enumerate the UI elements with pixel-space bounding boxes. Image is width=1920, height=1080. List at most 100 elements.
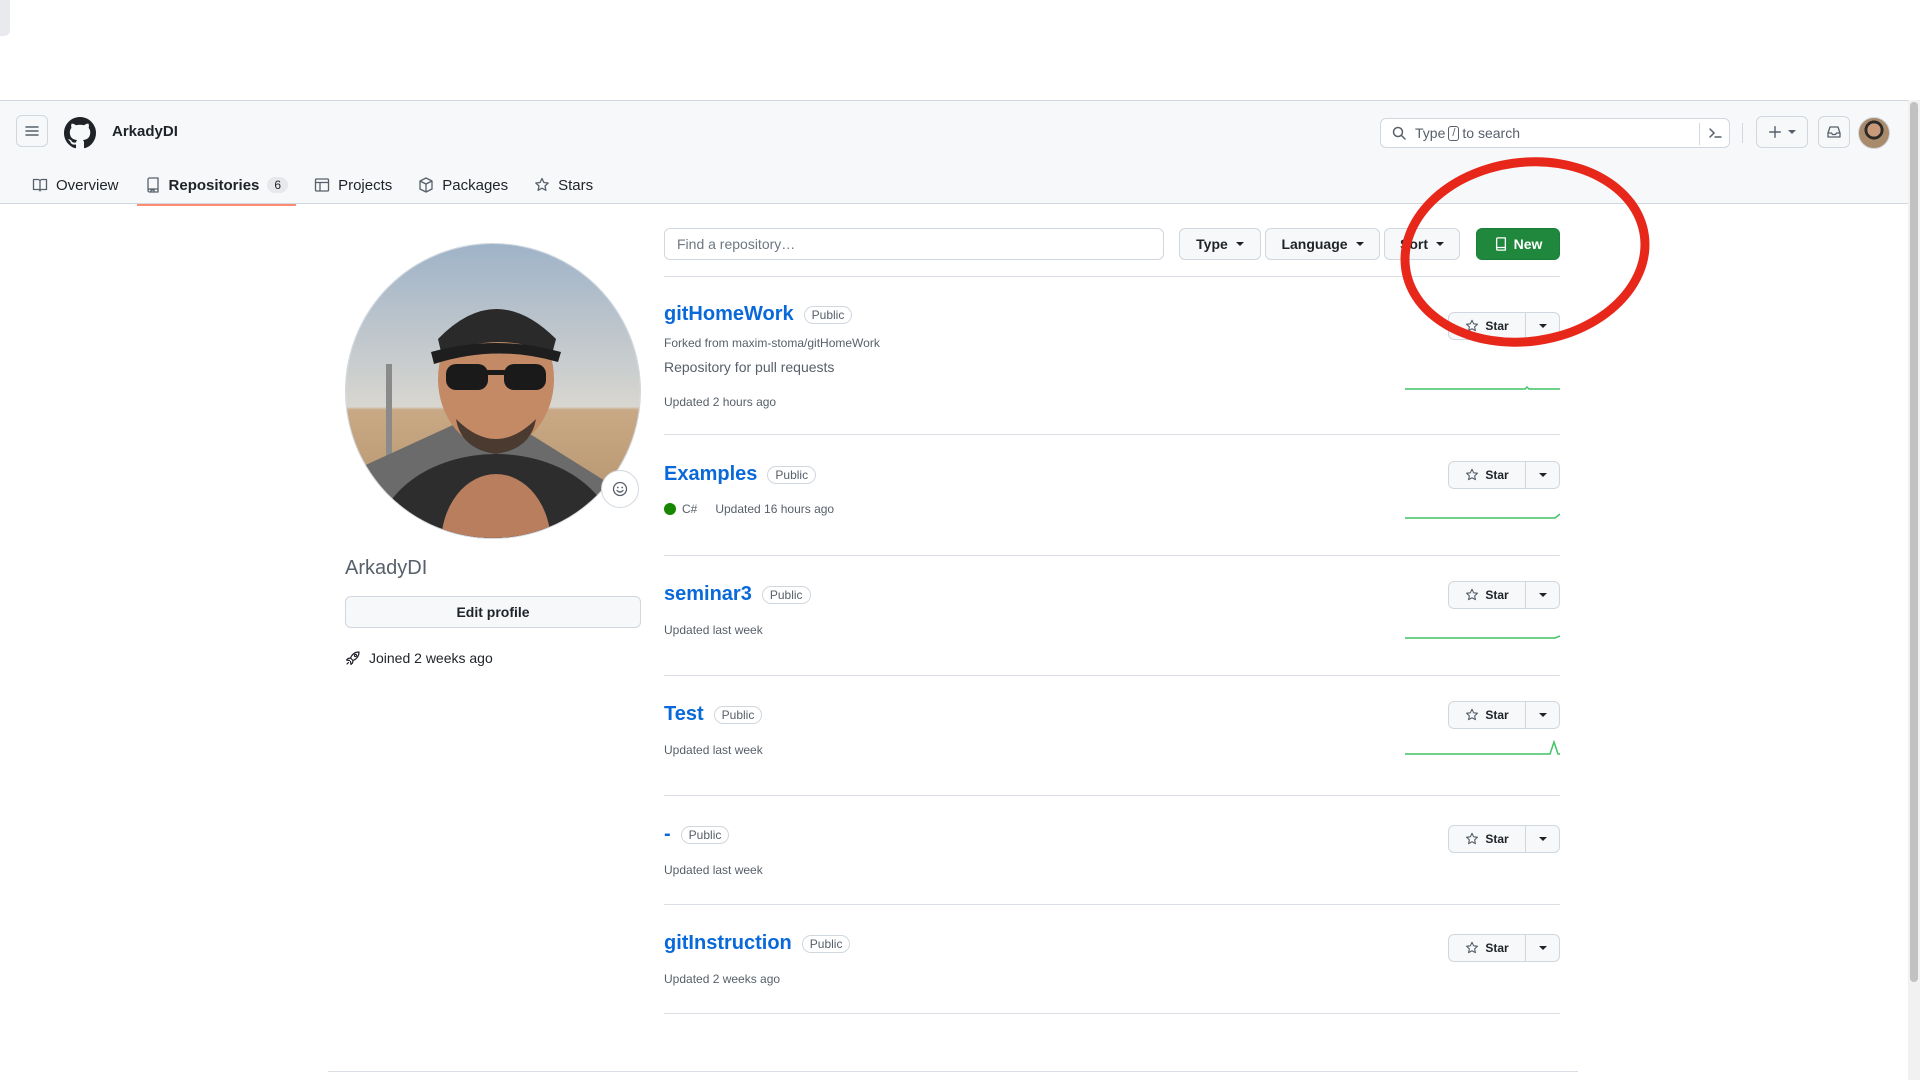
sort-filter-button[interactable]: Sort [1384,228,1460,260]
visibility-badge: Public [803,305,853,324]
header-username[interactable]: ArkadyDI [112,123,178,140]
profile-avatar[interactable] [345,243,641,539]
profile-photo [346,244,640,538]
star-label: Star [1485,468,1509,482]
star-button-group: Star [1448,825,1560,853]
forked-from-text[interactable]: Forked from maxim-stoma/gitHomeWork [664,336,880,350]
profile-header: ArkadyDI Type / to search Overview Repos… [0,100,1908,206]
language-filter-label: Language [1281,236,1348,252]
tab-label: Packages [442,176,509,194]
star-list-dropdown[interactable] [1526,581,1560,609]
repo-name-link[interactable]: - [664,823,671,846]
repo-name-link[interactable]: seminar3 [664,583,752,606]
star-button[interactable]: Star [1448,581,1526,609]
menu-button[interactable] [16,115,48,147]
chevron-down-icon [1436,242,1444,246]
activity-sparkline [1405,635,1560,639]
type-filter-button[interactable]: Type [1179,228,1261,260]
chevron-down-icon [1538,593,1547,597]
repo-name-link[interactable]: Examples [664,463,757,486]
star-icon [1466,941,1479,954]
create-new-button[interactable] [1756,116,1808,148]
star-button-group: Star [1448,312,1560,340]
repo-language: C# [682,502,698,516]
browser-top-blank [0,0,1920,100]
chevron-down-icon [1538,324,1547,328]
star-list-dropdown[interactable] [1526,461,1560,489]
star-button-group: Star [1448,701,1560,729]
language-color-dot [664,503,676,515]
table-icon [314,178,330,192]
search-input[interactable]: Type / to search [1380,118,1730,148]
tab-repositories[interactable]: Repositories 6 [135,165,299,206]
star-button[interactable]: Star [1448,825,1526,853]
star-label: Star [1485,588,1509,602]
repo-name-link[interactable]: gitHomeWork [664,303,794,326]
star-button-group: Star [1448,934,1560,962]
repo-meta: C# Updated 16 hours ago [664,502,834,516]
star-button[interactable]: Star [1448,934,1526,962]
sort-filter-label: Sort [1400,236,1428,252]
scrollbar-thumb[interactable] [1910,102,1918,982]
star-list-dropdown[interactable] [1526,825,1560,853]
star-label: Star [1485,832,1509,846]
new-repository-button[interactable]: New [1476,228,1560,260]
smiley-icon [612,481,628,497]
tab-packages[interactable]: Packages [408,165,518,205]
star-button[interactable]: Star [1448,461,1526,489]
repo-count-badge: 6 [267,177,289,193]
browser-tab-stub[interactable] [0,0,10,36]
repo-name-link[interactable]: Test [664,703,704,726]
chevron-down-icon [1538,473,1547,477]
chevron-down-icon [1538,837,1547,841]
search-divider [1699,123,1700,145]
page-scrollbar[interactable] [1908,100,1920,1080]
star-list-dropdown[interactable] [1526,312,1560,340]
repo-updated: Updated last week [664,863,763,877]
github-logo-icon[interactable] [64,117,96,149]
repo-icon [146,177,159,193]
profile-username: ArkadyDI [345,557,428,579]
profile-tabs: Overview Repositories 6 Projects Package… [22,165,609,206]
repo-list-item: gitInstruction Public Updated 2 weeks ag… [664,905,1560,1014]
chevron-down-icon [1788,130,1796,134]
repo-list-item: Test Public Updated last week Star [664,676,1560,796]
visibility-badge: Public [713,705,763,724]
star-icon [1466,319,1479,332]
repo-name-link[interactable]: gitInstruction [664,932,792,955]
activity-sparkline [1405,385,1560,390]
plus-icon [1769,126,1781,138]
set-status-button[interactable] [601,470,639,508]
tab-projects[interactable]: Projects [304,165,402,205]
star-icon [535,177,549,191]
repo-list-item: seminar3 Public Updated last week Star [664,556,1560,676]
repo-updated: Updated last week [664,743,763,757]
star-icon [1466,588,1479,601]
joined-text: Joined 2 weeks ago [369,650,493,666]
star-icon [1466,468,1479,481]
inbox-button[interactable] [1818,116,1850,148]
repo-updated: Updated last week [664,623,763,637]
language-filter-button[interactable]: Language [1265,228,1380,260]
find-repository-input[interactable] [664,228,1164,260]
tab-overview[interactable]: Overview [22,165,129,205]
search-shortcut-key: / [1448,125,1460,141]
visibility-badge: Public [761,585,811,604]
joined-info: Joined 2 weeks ago [345,650,493,666]
activity-sparkline [1405,513,1560,519]
edit-profile-button[interactable]: Edit profile [345,596,641,628]
activity-sparkline [1405,739,1560,755]
star-list-dropdown[interactable] [1526,701,1560,729]
visibility-badge: Public [767,465,817,484]
tab-stars[interactable]: Stars [524,165,603,205]
star-button[interactable]: Star [1448,312,1526,340]
command-palette-icon[interactable] [1707,125,1723,141]
tab-label: Overview [56,176,119,194]
repo-updated: Updated 2 weeks ago [664,972,781,986]
star-button[interactable]: Star [1448,701,1526,729]
tab-label: Repositories [168,176,260,194]
footer-divider [328,1071,1578,1072]
star-list-dropdown[interactable] [1526,934,1560,962]
book-icon [32,178,48,192]
user-avatar[interactable] [1858,117,1890,149]
